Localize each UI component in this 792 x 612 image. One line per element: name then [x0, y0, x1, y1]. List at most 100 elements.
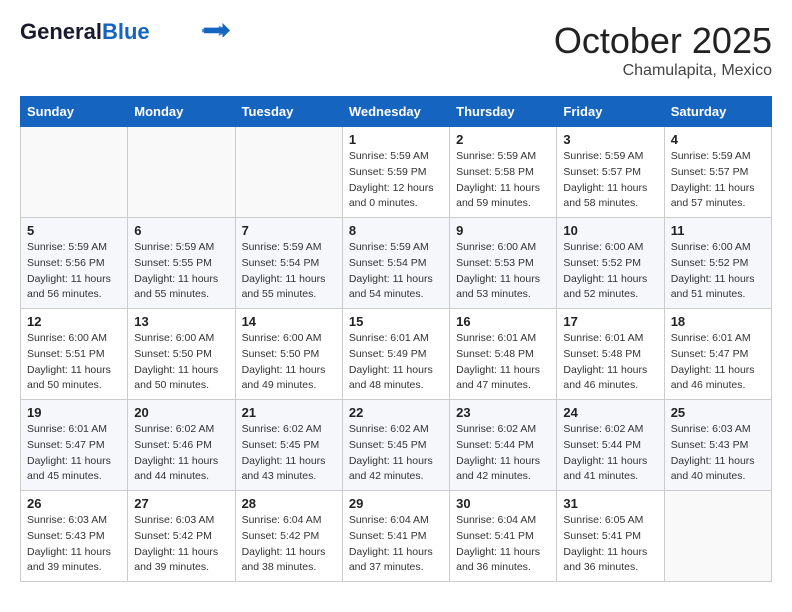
- calendar-cell: 31Sunrise: 6:05 AMSunset: 5:41 PMDayligh…: [557, 491, 664, 582]
- calendar-cell: [21, 127, 128, 218]
- calendar-cell: 28 Sunrise: 6:04 AMSunset: 5:42 PMDayligh…: [235, 491, 342, 582]
- day-number: 23: [456, 405, 550, 420]
- calendar-cell: 9 Sunrise: 6:00 AMSunset: 5:53 PMDaylight…: [450, 218, 557, 309]
- day-info: Sunrise: 5:59 AMSunset: 5:54 PMDaylight:…: [242, 240, 336, 303]
- weekday-header-thursday: Thursday: [450, 97, 557, 127]
- day-number: 28: [242, 496, 336, 511]
- day-info: Sunrise: 5:59 AMSunset: 5:56 PMDaylight:…: [27, 240, 121, 303]
- day-number: 18: [671, 314, 765, 329]
- day-info: Sunrise: 5:59 AMSunset: 5:55 PMDaylight:…: [134, 240, 228, 303]
- day-info: Sunrise: 5:59 AMSunset: 5:54 PMDaylight:…: [349, 240, 443, 303]
- day-info: Sunrise: 6:01 AMSunset: 5:48 PMDaylight:…: [456, 331, 550, 394]
- day-info: Sunrise: 6:00 AMSunset: 5:52 PMDaylight:…: [563, 240, 657, 303]
- weekday-header-sunday: Sunday: [21, 97, 128, 127]
- day-number: 3: [563, 132, 657, 147]
- day-number: 13: [134, 314, 228, 329]
- day-info: Sunrise: 6:02 AMSunset: 5:45 PMDaylight:…: [349, 422, 443, 485]
- day-info: Sunrise: 6:02 AMSunset: 5:44 PMDaylight:…: [456, 422, 550, 485]
- day-number: 4: [671, 132, 765, 147]
- day-number: 8: [349, 223, 443, 238]
- day-number: 17: [563, 314, 657, 329]
- logo-text: GeneralBlue: [20, 20, 150, 44]
- calendar-cell: 24Sunrise: 6:02 AMSunset: 5:44 PMDayligh…: [557, 400, 664, 491]
- weekday-header-friday: Friday: [557, 97, 664, 127]
- weekday-header-saturday: Saturday: [664, 97, 771, 127]
- day-number: 5: [27, 223, 121, 238]
- day-info: Sunrise: 6:01 AMSunset: 5:47 PMDaylight:…: [27, 422, 121, 485]
- calendar-week-1: 1 Sunrise: 5:59 AMSunset: 5:59 PMDaylight…: [21, 127, 772, 218]
- day-info: Sunrise: 6:03 AMSunset: 5:42 PMDaylight:…: [134, 513, 228, 576]
- day-info: Sunrise: 6:01 AMSunset: 5:47 PMDaylight:…: [671, 331, 765, 394]
- calendar-cell: 17 Sunrise: 6:01 AMSunset: 5:48 PMDayligh…: [557, 309, 664, 400]
- calendar-cell: 20Sunrise: 6:02 AMSunset: 5:46 PMDayligh…: [128, 400, 235, 491]
- calendar-cell: [235, 127, 342, 218]
- day-info: Sunrise: 6:02 AMSunset: 5:45 PMDaylight:…: [242, 422, 336, 485]
- weekday-header-monday: Monday: [128, 97, 235, 127]
- calendar-week-4: 19 Sunrise: 6:01 AMSunset: 5:47 PMDayligh…: [21, 400, 772, 491]
- calendar-cell: 3Sunrise: 5:59 AMSunset: 5:57 PMDaylight…: [557, 127, 664, 218]
- calendar-cell: 4 Sunrise: 5:59 AMSunset: 5:57 PMDaylight…: [664, 127, 771, 218]
- calendar-cell: 8 Sunrise: 5:59 AMSunset: 5:54 PMDaylight…: [342, 218, 449, 309]
- logo-icon: [202, 23, 230, 37]
- calendar-cell: 23 Sunrise: 6:02 AMSunset: 5:44 PMDayligh…: [450, 400, 557, 491]
- day-info: Sunrise: 6:00 AMSunset: 5:50 PMDaylight:…: [242, 331, 336, 394]
- day-info: Sunrise: 6:00 AMSunset: 5:52 PMDaylight:…: [671, 240, 765, 303]
- calendar-week-5: 26 Sunrise: 6:03 AMSunset: 5:43 PMDayligh…: [21, 491, 772, 582]
- calendar-cell: 14 Sunrise: 6:00 AMSunset: 5:50 PMDayligh…: [235, 309, 342, 400]
- day-number: 25: [671, 405, 765, 420]
- day-number: 2: [456, 132, 550, 147]
- day-number: 29: [349, 496, 443, 511]
- weekday-header-tuesday: Tuesday: [235, 97, 342, 127]
- weekday-header-wednesday: Wednesday: [342, 97, 449, 127]
- calendar-cell: 13Sunrise: 6:00 AMSunset: 5:50 PMDayligh…: [128, 309, 235, 400]
- calendar-cell: 26 Sunrise: 6:03 AMSunset: 5:43 PMDayligh…: [21, 491, 128, 582]
- day-info: Sunrise: 6:01 AMSunset: 5:48 PMDaylight:…: [563, 331, 657, 394]
- page-header: GeneralBlue October 2025 Chamulapita, Me…: [20, 20, 772, 80]
- calendar-week-3: 12 Sunrise: 6:00 AMSunset: 5:51 PMDayligh…: [21, 309, 772, 400]
- day-number: 6: [134, 223, 228, 238]
- calendar-cell: 21 Sunrise: 6:02 AMSunset: 5:45 PMDayligh…: [235, 400, 342, 491]
- day-info: Sunrise: 6:04 AMSunset: 5:42 PMDaylight:…: [242, 513, 336, 576]
- day-number: 15: [349, 314, 443, 329]
- day-number: 21: [242, 405, 336, 420]
- day-number: 30: [456, 496, 550, 511]
- day-info: Sunrise: 6:04 AMSunset: 5:41 PMDaylight:…: [456, 513, 550, 576]
- day-number: 9: [456, 223, 550, 238]
- day-number: 22: [349, 405, 443, 420]
- title-block: October 2025 Chamulapita, Mexico: [554, 20, 772, 80]
- calendar-cell: 19 Sunrise: 6:01 AMSunset: 5:47 PMDayligh…: [21, 400, 128, 491]
- day-info: Sunrise: 6:00 AMSunset: 5:53 PMDaylight:…: [456, 240, 550, 303]
- calendar-week-2: 5 Sunrise: 5:59 AMSunset: 5:56 PMDaylight…: [21, 218, 772, 309]
- calendar-cell: 16Sunrise: 6:01 AMSunset: 5:48 PMDayligh…: [450, 309, 557, 400]
- day-info: Sunrise: 5:59 AMSunset: 5:57 PMDaylight:…: [671, 149, 765, 212]
- calendar-cell: 25Sunrise: 6:03 AMSunset: 5:43 PMDayligh…: [664, 400, 771, 491]
- day-info: Sunrise: 5:59 AMSunset: 5:59 PMDaylight:…: [349, 149, 443, 212]
- day-info: Sunrise: 6:01 AMSunset: 5:49 PMDaylight:…: [349, 331, 443, 394]
- calendar-cell: 7Sunrise: 5:59 AMSunset: 5:54 PMDaylight…: [235, 218, 342, 309]
- day-number: 20: [134, 405, 228, 420]
- day-info: Sunrise: 5:59 AMSunset: 5:58 PMDaylight:…: [456, 149, 550, 212]
- day-number: 26: [27, 496, 121, 511]
- day-number: 1: [349, 132, 443, 147]
- day-number: 10: [563, 223, 657, 238]
- calendar-cell: 22 Sunrise: 6:02 AMSunset: 5:45 PMDayligh…: [342, 400, 449, 491]
- calendar-cell: 15 Sunrise: 6:01 AMSunset: 5:49 PMDayligh…: [342, 309, 449, 400]
- day-number: 27: [134, 496, 228, 511]
- calendar-cell: 6 Sunrise: 5:59 AMSunset: 5:55 PMDaylight…: [128, 218, 235, 309]
- day-info: Sunrise: 6:03 AMSunset: 5:43 PMDaylight:…: [27, 513, 121, 576]
- day-number: 19: [27, 405, 121, 420]
- calendar-cell: 11 Sunrise: 6:00 AMSunset: 5:52 PMDayligh…: [664, 218, 771, 309]
- day-number: 14: [242, 314, 336, 329]
- day-info: Sunrise: 6:02 AMSunset: 5:44 PMDaylight:…: [563, 422, 657, 485]
- calendar-cell: 12 Sunrise: 6:00 AMSunset: 5:51 PMDayligh…: [21, 309, 128, 400]
- day-number: 11: [671, 223, 765, 238]
- calendar-cell: 29Sunrise: 6:04 AMSunset: 5:41 PMDayligh…: [342, 491, 449, 582]
- calendar-cell: 2 Sunrise: 5:59 AMSunset: 5:58 PMDaylight…: [450, 127, 557, 218]
- logo: GeneralBlue: [20, 20, 230, 44]
- calendar-cell: 27 Sunrise: 6:03 AMSunset: 5:42 PMDayligh…: [128, 491, 235, 582]
- day-info: Sunrise: 6:00 AMSunset: 5:51 PMDaylight:…: [27, 331, 121, 394]
- location-subtitle: Chamulapita, Mexico: [554, 62, 772, 80]
- day-info: Sunrise: 6:05 AMSunset: 5:41 PMDaylight:…: [563, 513, 657, 576]
- day-number: 12: [27, 314, 121, 329]
- weekday-header-row: SundayMondayTuesdayWednesdayThursdayFrid…: [21, 97, 772, 127]
